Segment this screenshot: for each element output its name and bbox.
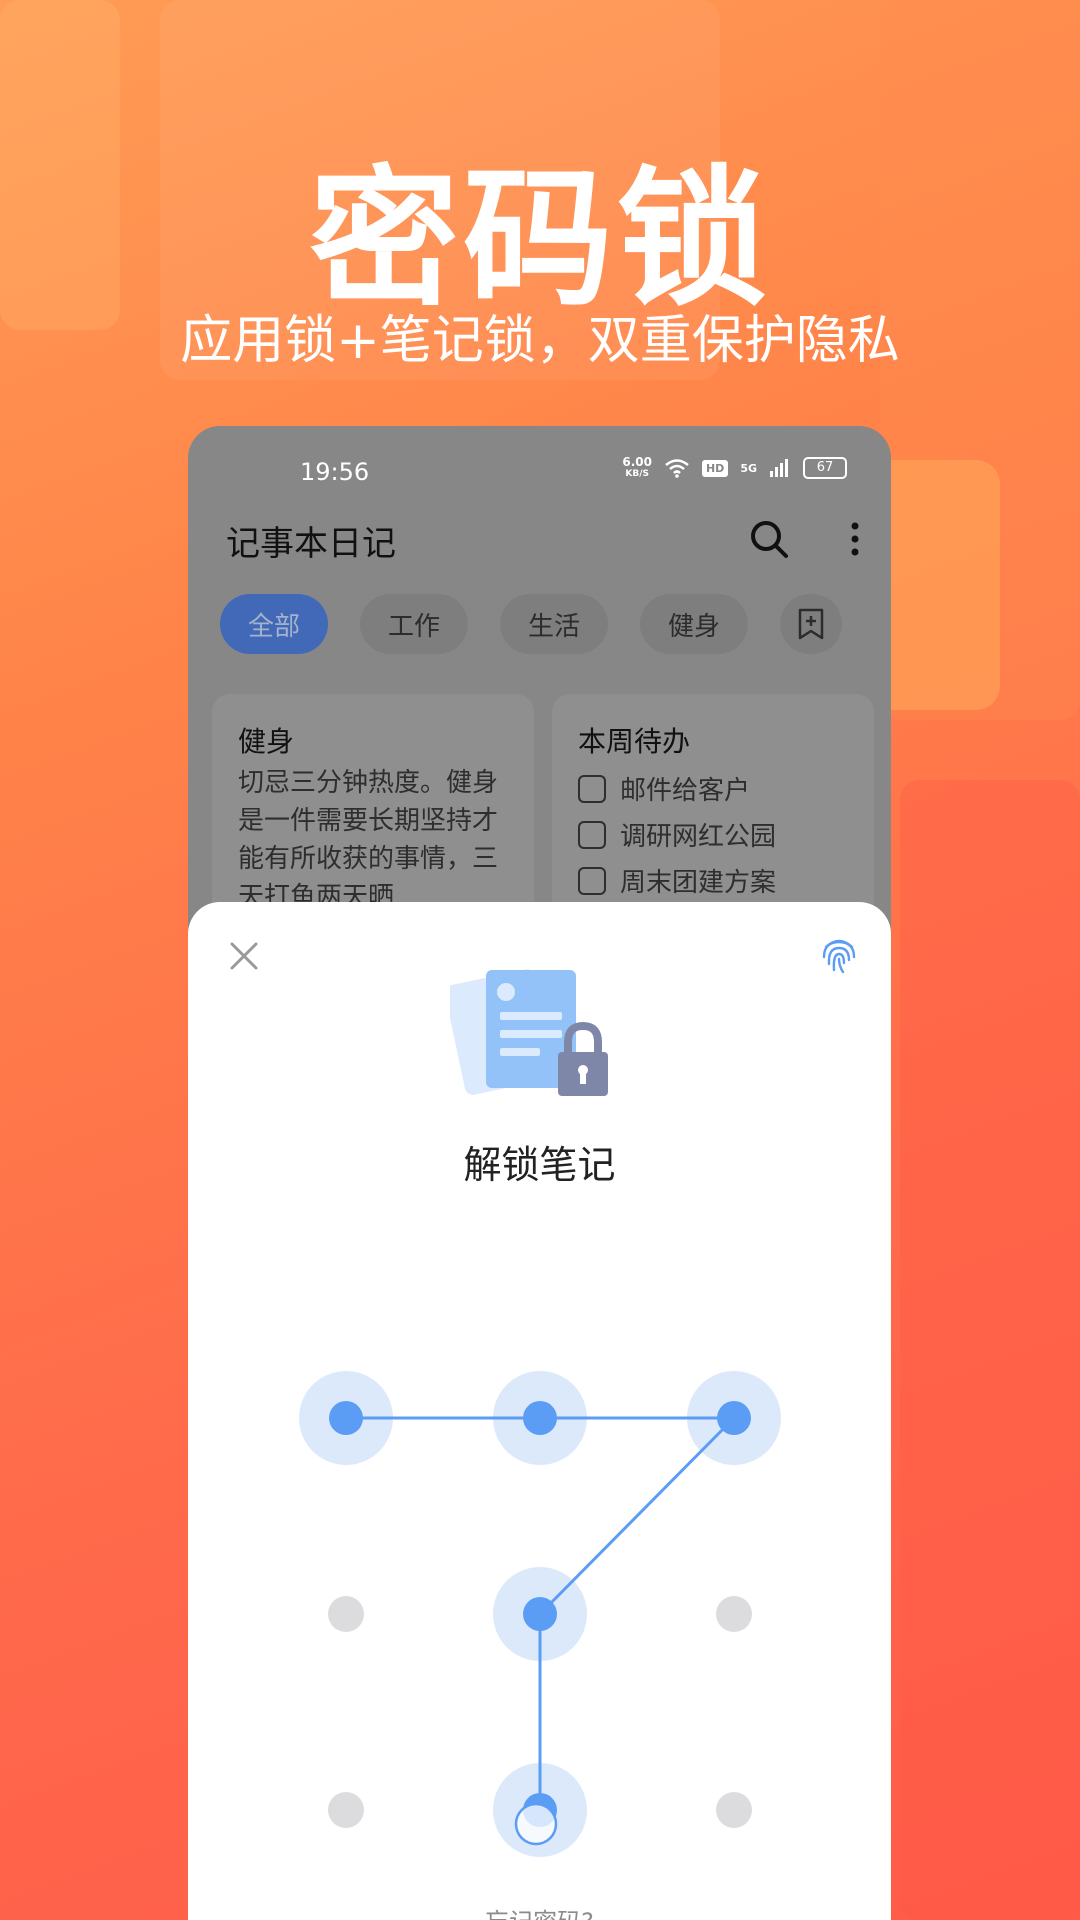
- tab-work[interactable]: 工作: [360, 594, 468, 654]
- checkbox[interactable]: [578, 774, 606, 803]
- touch-indicator: [514, 1802, 558, 1846]
- signal-icon: [770, 459, 788, 477]
- pattern-lock[interactable]: [188, 902, 891, 1920]
- tab-fitness[interactable]: 健身: [640, 594, 748, 654]
- todo-item: 周末团建方案: [578, 862, 776, 899]
- pattern-dot-2[interactable]: [523, 1401, 557, 1435]
- phone-screen: 19:56 6.00 KB/S HD 5G 67 记事本日记 全部 工作 生活 …: [188, 426, 891, 1920]
- app-title: 记事本日记: [226, 524, 396, 564]
- note-preview: 切忌三分钟热度。健身是一件需要长期坚持才能有所收获的事情，三天打鱼两天晒: [238, 768, 499, 912]
- hd-badge: HD: [701, 459, 729, 477]
- pattern-dot-1[interactable]: [329, 1401, 363, 1435]
- checkbox[interactable]: [578, 820, 606, 849]
- network-speed-value: 6.00: [622, 455, 652, 469]
- pattern-dot-5[interactable]: [523, 1597, 557, 1631]
- todo-label: 周末团建方案: [620, 868, 777, 898]
- note-title: 健身: [238, 725, 295, 758]
- todo-label: 邮件给客户: [620, 776, 751, 806]
- todo-label: 调研网红公园: [620, 822, 777, 852]
- category-tabs: 全部 工作 生活 健身: [220, 594, 842, 654]
- status-bar: 19:56 6.00 KB/S HD 5G 67: [188, 426, 891, 516]
- pattern-dot-9[interactable]: [716, 1792, 752, 1828]
- bookmark-add-icon: [798, 608, 824, 640]
- network-type: 5G: [740, 461, 757, 475]
- pattern-dot-3[interactable]: [717, 1401, 751, 1435]
- add-category-button[interactable]: [780, 594, 842, 654]
- battery-icon: 67: [803, 457, 847, 479]
- background-panel: [900, 780, 1080, 1920]
- tab-all[interactable]: 全部: [220, 594, 328, 654]
- tab-life[interactable]: 生活: [500, 594, 608, 654]
- pattern-dot-4[interactable]: [328, 1596, 364, 1632]
- note-title: 本周待办: [578, 725, 691, 758]
- network-speed-unit: KB/S: [625, 469, 649, 479]
- status-icons: 6.00 KB/S HD 5G 67: [622, 456, 847, 480]
- promo-subtitle: 应用锁+笔记锁，双重保护隐私: [180, 311, 900, 371]
- note-card-todo[interactable]: 本周待办 邮件给客户 调研网红公园 周末团建方案: [552, 694, 874, 934]
- forgot-password-link[interactable]: 忘记密码?: [188, 1902, 891, 1920]
- unlock-sheet: 解锁笔记 忘记密码?: [188, 902, 891, 1920]
- network-speed: 6.00 KB/S: [622, 456, 652, 480]
- more-vertical-icon[interactable]: [840, 514, 870, 564]
- pattern-dot-6[interactable]: [716, 1596, 752, 1632]
- pattern-dot-7[interactable]: [328, 1792, 364, 1828]
- checkbox[interactable]: [578, 866, 606, 895]
- note-card-fitness[interactable]: 健身 切忌三分钟热度。健身是一件需要长期坚持才能有所收获的事情，三天打鱼两天晒: [212, 694, 534, 934]
- todo-item: 邮件给客户: [578, 770, 750, 807]
- status-time: 19:56: [300, 458, 370, 486]
- todo-item: 调研网红公园: [578, 816, 776, 853]
- search-icon[interactable]: [744, 514, 794, 564]
- wifi-icon: [665, 459, 689, 478]
